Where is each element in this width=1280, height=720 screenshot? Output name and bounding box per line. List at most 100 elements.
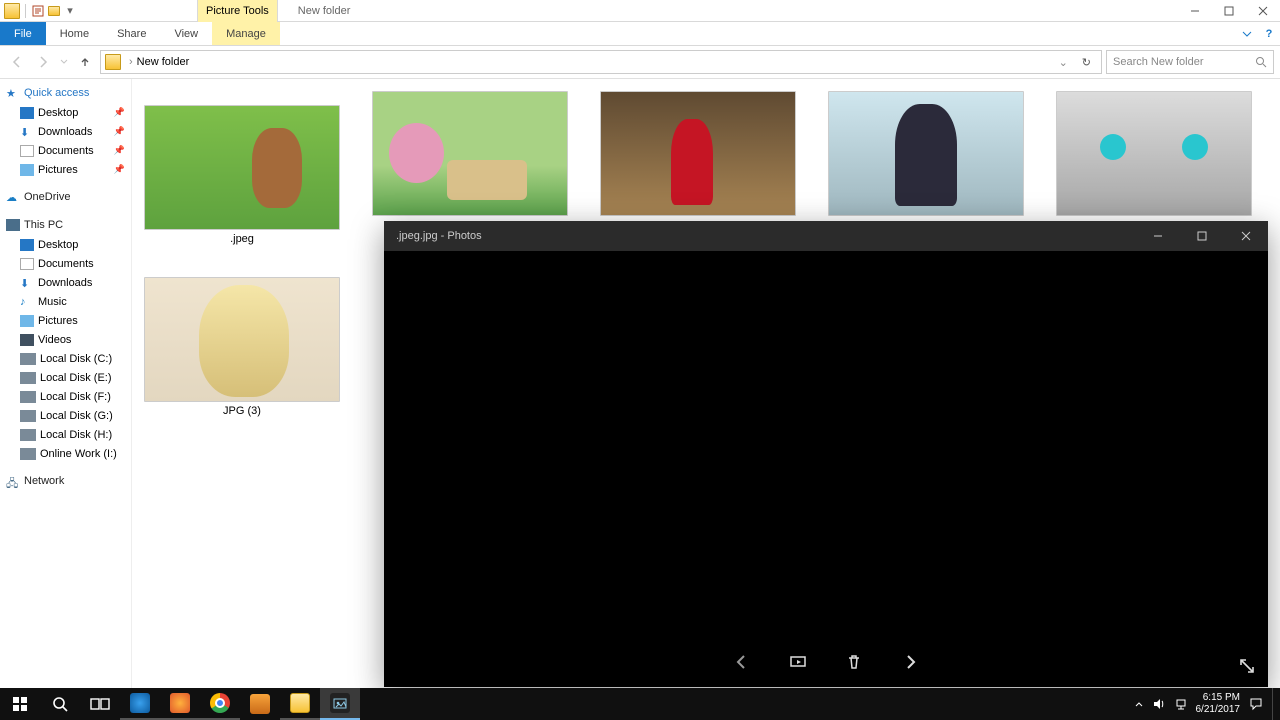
drive-icon	[20, 429, 36, 441]
pin-icon: 📌	[114, 107, 125, 118]
music-icon: ♪	[20, 296, 34, 308]
star-icon: ★	[6, 87, 20, 99]
navpane-onedrive[interactable]: ☁OneDrive	[6, 187, 131, 207]
maximize-button[interactable]	[1212, 0, 1246, 22]
taskview-button[interactable]	[80, 688, 120, 720]
nav-recent-dropdown[interactable]	[58, 51, 70, 73]
navpane-pc-pictures[interactable]: Pictures	[6, 311, 131, 330]
window-title: New folder	[298, 5, 351, 17]
start-button[interactable]	[0, 688, 40, 720]
file-item[interactable]: JPG (3)	[144, 277, 340, 417]
photos-icon	[330, 693, 350, 713]
taskbar: 6:15 PM 6/21/2017	[0, 688, 1280, 720]
file-name: .jpeg	[230, 233, 254, 245]
photos-next-button[interactable]	[895, 647, 925, 677]
navpane-pc-downloads[interactable]: ⬇Downloads	[6, 273, 131, 292]
navpane-this-pc[interactable]: This PC	[6, 215, 131, 235]
breadcrumb[interactable]: › New folder ⌄ ↻	[100, 50, 1102, 74]
navpane-local-c[interactable]: Local Disk (C:)	[6, 349, 131, 368]
tray-time: 6:15 PM	[1196, 692, 1241, 704]
tab-home[interactable]: Home	[46, 22, 103, 45]
downloads-icon: ⬇	[20, 277, 34, 289]
file-item[interactable]: .jpeg	[144, 105, 340, 245]
minimize-button[interactable]	[1178, 0, 1212, 22]
tab-manage[interactable]: Manage	[212, 22, 280, 45]
tray-action-center-icon[interactable]	[1248, 696, 1264, 712]
photos-app-window: .jpeg.jpg - Photos	[384, 221, 1268, 687]
navpane-qa-documents[interactable]: Documents📌	[6, 141, 131, 160]
navpane-qa-desktop[interactable]: Desktop📌	[6, 103, 131, 122]
ribbon-tabs: File Home Share View Manage ?	[0, 22, 1280, 46]
taskbar-search-button[interactable]	[40, 688, 80, 720]
qat-newfolder-icon[interactable]	[47, 4, 61, 18]
chevron-right-icon[interactable]: ›	[129, 56, 133, 68]
photos-maximize-button[interactable]	[1180, 221, 1224, 251]
taskbar-edge[interactable]	[120, 688, 160, 720]
drive-icon	[20, 410, 36, 422]
navpane-local-f[interactable]: Local Disk (F:)	[6, 387, 131, 406]
search-input[interactable]: Search New folder	[1106, 50, 1274, 74]
breadcrumb-dropdown-icon[interactable]: ⌄	[1053, 56, 1074, 69]
tray-clock[interactable]: 6:15 PM 6/21/2017	[1196, 692, 1241, 716]
photos-minimize-button[interactable]	[1136, 221, 1180, 251]
desktop-icon	[20, 107, 34, 119]
tab-view[interactable]: View	[160, 22, 212, 45]
nav-back-button[interactable]	[6, 51, 28, 73]
navpane-network[interactable]: 🖧Network	[6, 471, 131, 491]
tray-volume-icon[interactable]	[1152, 697, 1166, 711]
tab-file[interactable]: File	[0, 22, 46, 45]
taskbar-chrome[interactable]	[200, 688, 240, 720]
navpane-qa-downloads[interactable]: ⬇Downloads📌	[6, 122, 131, 141]
explorer-icon	[290, 693, 310, 713]
refresh-icon[interactable]: ↻	[1076, 56, 1097, 69]
system-tray: 6:15 PM 6/21/2017	[1134, 688, 1280, 720]
tray-show-desktop[interactable]	[1272, 688, 1278, 720]
tray-network-icon[interactable]	[1174, 697, 1188, 711]
qat-properties-icon[interactable]	[31, 4, 45, 18]
taskbar-photos[interactable]	[320, 688, 360, 720]
desktop-icon	[20, 239, 34, 251]
taskbar-firefox[interactable]	[160, 688, 200, 720]
chrome-icon	[210, 693, 230, 713]
drive-icon	[20, 391, 36, 403]
nav-forward-button[interactable]	[32, 51, 54, 73]
photos-fullscreen-button[interactable]	[1238, 657, 1256, 675]
tray-chevron-up-icon[interactable]	[1134, 699, 1144, 709]
navpane-online-i[interactable]: Online Work (I:)	[6, 444, 131, 463]
taskbar-winamp[interactable]	[240, 688, 280, 720]
navpane-local-e[interactable]: Local Disk (E:)	[6, 368, 131, 387]
documents-icon	[20, 258, 34, 270]
photos-delete-button[interactable]	[839, 647, 869, 677]
qat-customize-icon[interactable]: ▾	[63, 4, 77, 18]
folder-icon	[105, 54, 121, 70]
nav-up-button[interactable]	[74, 51, 96, 73]
navpane-pc-desktop[interactable]: Desktop	[6, 235, 131, 254]
photos-slideshow-button[interactable]	[783, 647, 813, 677]
edge-icon	[130, 693, 150, 713]
breadcrumb-current[interactable]: New folder	[137, 56, 190, 68]
navpane-pc-music[interactable]: ♪Music	[6, 292, 131, 311]
firefox-icon	[170, 693, 190, 713]
navpane-local-h[interactable]: Local Disk (H:)	[6, 425, 131, 444]
navpane-pc-documents[interactable]: Documents	[6, 254, 131, 273]
photos-prev-button[interactable]	[727, 647, 757, 677]
help-icon[interactable]: ?	[1258, 22, 1280, 45]
photos-close-button[interactable]	[1224, 221, 1268, 251]
thumbnail-image	[1056, 91, 1252, 216]
navpane-qa-pictures[interactable]: Pictures📌	[6, 160, 131, 179]
navpane-quick-access[interactable]: ★Quick access	[6, 83, 131, 103]
tab-share[interactable]: Share	[103, 22, 160, 45]
videos-icon	[20, 334, 34, 346]
thumbnail-image	[372, 91, 568, 216]
search-icon	[1255, 56, 1267, 68]
navpane-local-g[interactable]: Local Disk (G:)	[6, 406, 131, 425]
ribbon-expand-icon[interactable]	[1236, 22, 1258, 45]
photos-titlebar[interactable]: .jpeg.jpg - Photos	[384, 221, 1268, 251]
close-button[interactable]	[1246, 0, 1280, 22]
tray-date: 6/21/2017	[1196, 704, 1241, 716]
taskbar-explorer[interactable]	[280, 688, 320, 720]
navpane-pc-videos[interactable]: Videos	[6, 330, 131, 349]
thumbnail-image	[600, 91, 796, 216]
pc-icon	[6, 219, 20, 231]
photos-viewport[interactable]	[384, 251, 1268, 687]
